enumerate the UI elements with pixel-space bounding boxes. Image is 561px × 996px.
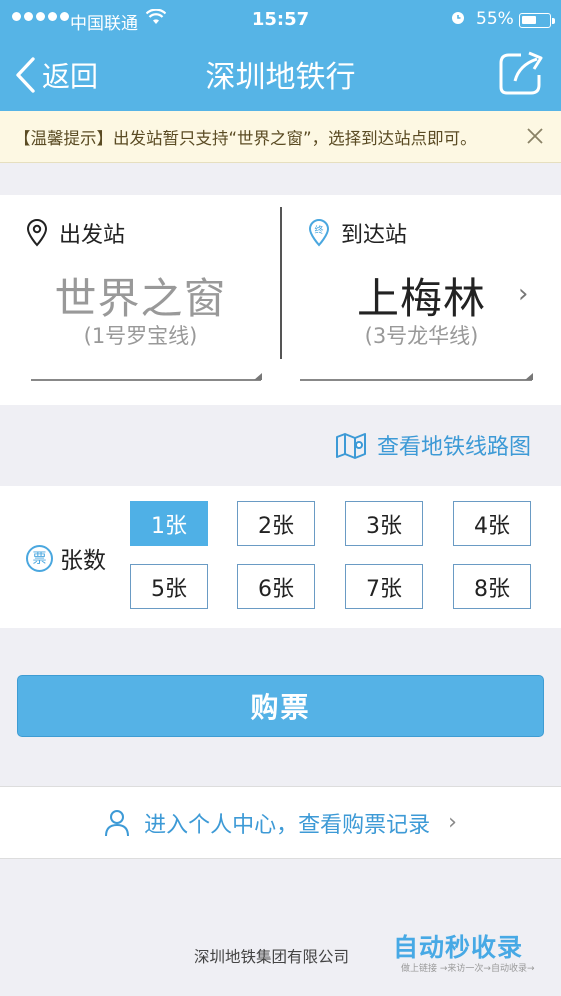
arrival-underline [300, 373, 533, 381]
departure-underline [31, 373, 262, 381]
chevron-left-icon [16, 57, 35, 93]
arrival-label: 到达站 [341, 223, 408, 248]
status-bar: 中国联通 15:57 55% [0, 0, 561, 42]
qty-option-6[interactable]: 6张 [237, 564, 315, 609]
footer-company: 深圳地铁集团有限公司 [194, 948, 350, 966]
tip-text: 【温馨提示】出发站暂只支持“世界之窗”，选择到达站点即可。 [14, 128, 477, 148]
qty-option-4[interactable]: 4张 [453, 501, 531, 546]
battery-icon [519, 13, 555, 28]
ticket-count-panel: 票 张数 1张 2张 3张 4张 5张 6张 7张 8张 [0, 486, 561, 628]
back-label: 返回 [42, 60, 99, 93]
personal-center-label: 进入个人中心，查看购票记录 [144, 812, 431, 838]
share-icon [499, 51, 543, 95]
departure-station[interactable]: 出发站 世界之窗 (1号罗宝线) [0, 195, 281, 405]
subway-map-label: 查看地铁线路图 [376, 435, 531, 460]
qty-option-3[interactable]: 3张 [345, 501, 423, 546]
nav-bar: 返回 深圳地铁行 [0, 42, 561, 111]
ticket-icon: 票 [26, 544, 53, 572]
battery-percent: 55% [476, 9, 514, 29]
departure-station-name: 世界之窗 [54, 274, 227, 323]
map-icon [335, 433, 366, 459]
station-selector: 出发站 世界之窗 (1号罗宝线) 终 到达站 上梅林 (3号龙华线) › [0, 195, 561, 405]
subway-map-link[interactable]: 查看地铁线路图 [335, 429, 531, 461]
departure-label: 出发站 [59, 223, 126, 248]
share-button[interactable] [497, 49, 545, 97]
close-icon[interactable] [525, 126, 545, 146]
ticket-count-label: 张数 [60, 548, 106, 574]
terminus-pin-icon: 终 [308, 219, 330, 247]
buy-ticket-button[interactable]: 购票 [17, 675, 544, 737]
qty-option-8[interactable]: 8张 [453, 564, 531, 609]
qty-option-5[interactable]: 5张 [130, 564, 208, 609]
arrival-line: (3号龙华线) [364, 324, 479, 348]
alarm-icon [450, 9, 466, 29]
watermark-text: 自动秒收录 [393, 933, 524, 962]
chevron-right-icon: › [448, 810, 457, 835]
terminus-icon-text: 终 [314, 224, 323, 236]
personal-center-link[interactable]: 进入个人中心，查看购票记录 › [0, 786, 561, 859]
user-icon [105, 809, 130, 836]
departure-line: (1号罗宝线) [83, 324, 198, 348]
qty-option-7[interactable]: 7张 [345, 564, 423, 609]
header: 中国联通 15:57 55% 返回 深圳地铁行 [0, 0, 561, 111]
tip-banner: 【温馨提示】出发站暂只支持“世界之窗”，选择到达站点即可。 [0, 111, 561, 163]
arrival-station[interactable]: 终 到达站 上梅林 (3号龙华线) › [282, 195, 561, 405]
qty-option-1[interactable]: 1张 [130, 501, 208, 546]
back-button[interactable]: 返回 [14, 50, 98, 100]
watermark-subtext: 做上链接 →来访一次→自动收录→ [401, 964, 535, 974]
qty-option-2[interactable]: 2张 [237, 501, 315, 546]
location-pin-icon [26, 219, 48, 247]
watermark-logo: 自动秒收录 做上链接 →来访一次→自动收录→ [393, 926, 543, 978]
chevron-right-icon: › [518, 279, 529, 309]
